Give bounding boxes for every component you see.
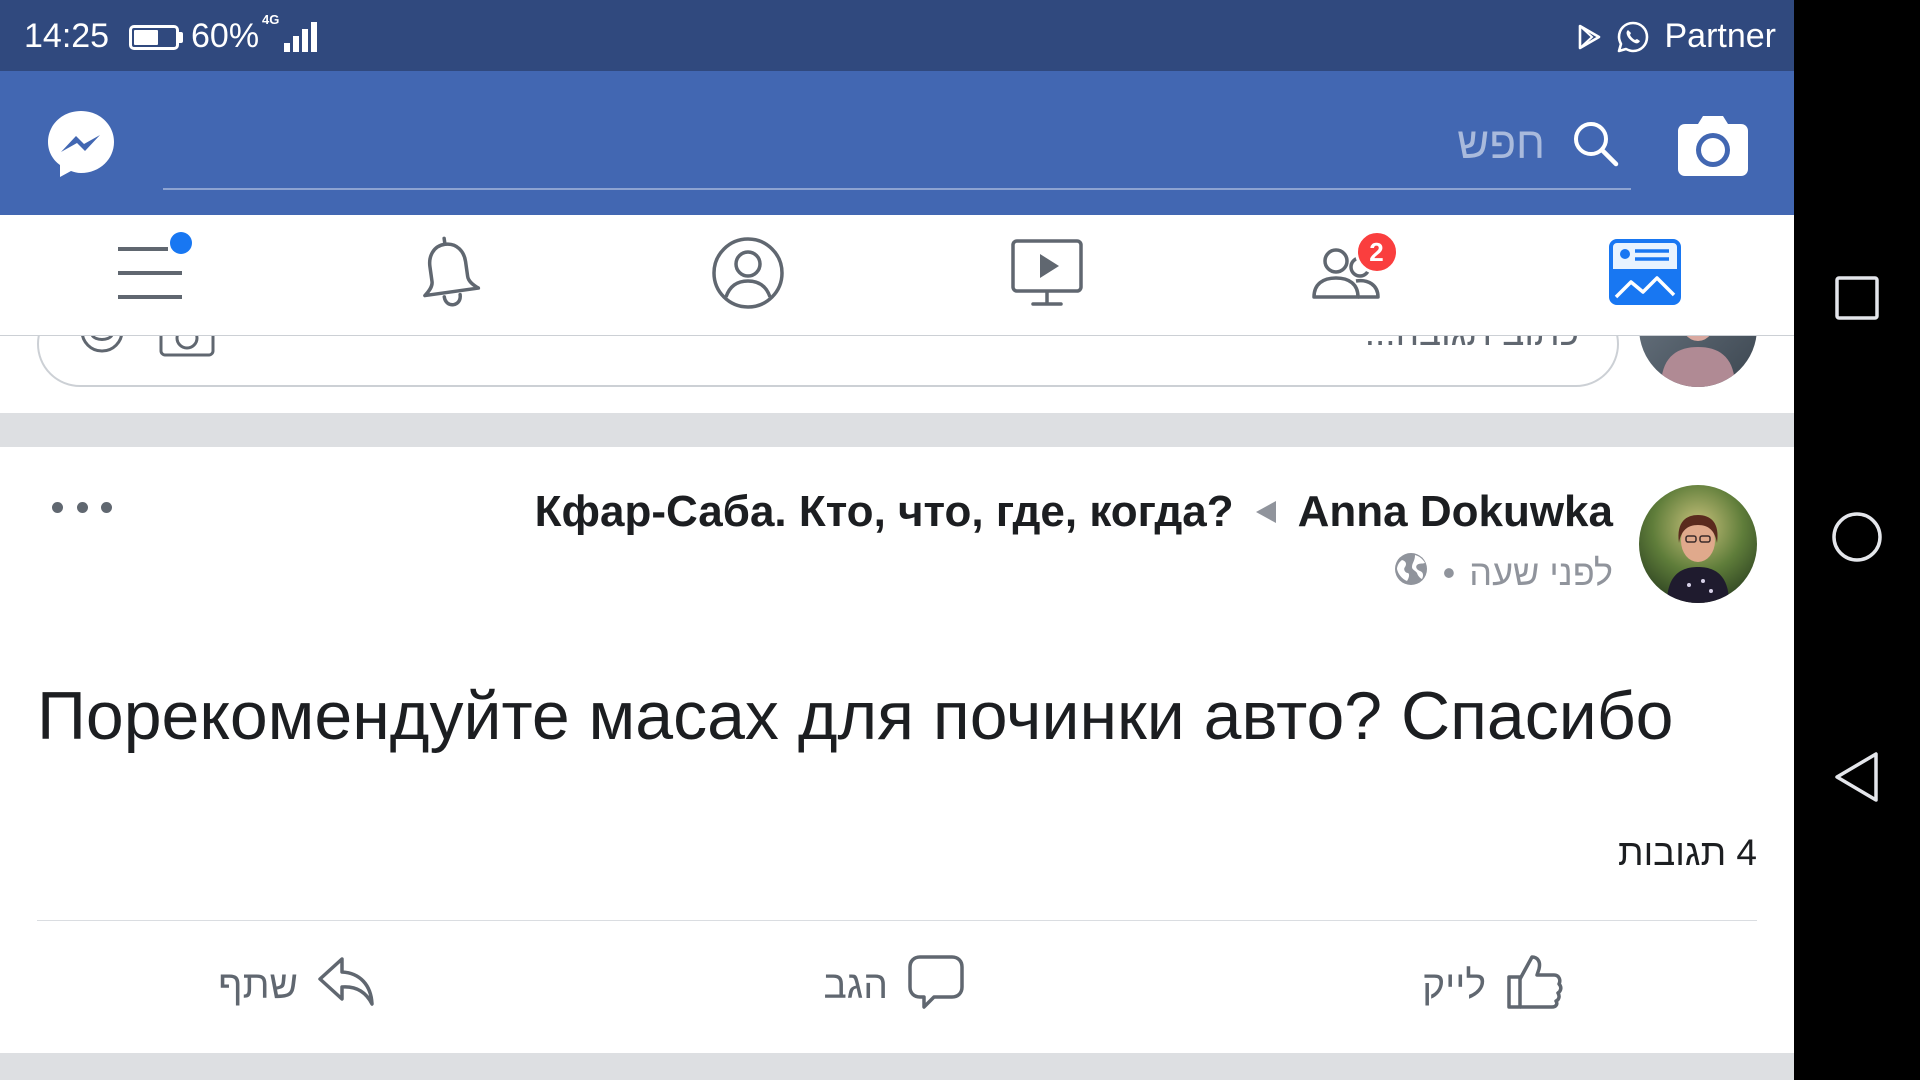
tab-watch[interactable]: [897, 215, 1196, 335]
like-label: לייק: [1422, 964, 1486, 1007]
feed-separator: [0, 413, 1794, 447]
friends-badge: 2: [1354, 230, 1399, 274]
like-button[interactable]: לייק: [1422, 955, 1564, 1016]
tab-notifications[interactable]: [299, 215, 598, 335]
share-icon: [316, 951, 376, 1021]
tab-profile[interactable]: [598, 215, 897, 335]
share-label: שתף: [218, 964, 298, 1007]
globe-icon: [1393, 551, 1429, 596]
news-feed-icon: [1603, 231, 1687, 320]
recent-apps-button[interactable]: [1794, 255, 1920, 345]
back-button[interactable]: [1794, 734, 1920, 824]
home-button[interactable]: [1794, 494, 1920, 584]
bell-icon: [407, 231, 491, 320]
play-store-icon: [1575, 23, 1603, 51]
search-icon[interactable]: [1571, 119, 1621, 169]
camera-icon[interactable]: [1676, 110, 1750, 178]
comment-label: הגב: [823, 964, 888, 1007]
share-button[interactable]: שתף: [218, 956, 376, 1016]
status-bar: 14:25 60% 4G Partner: [0, 0, 1794, 71]
battery-percent: 60%: [191, 17, 260, 55]
thumbs-up-icon: [1504, 951, 1564, 1021]
comment-button[interactable]: הגב: [823, 955, 966, 1016]
post-text: Порекомендуйте масах для починки авто? С…: [37, 678, 1674, 754]
video-icon: [1005, 231, 1089, 320]
post-time[interactable]: לפני שעה: [1469, 552, 1613, 594]
comment-icon: [906, 951, 966, 1021]
author-avatar[interactable]: [1639, 485, 1757, 603]
more-options-icon[interactable]: [52, 496, 112, 518]
home-icon: [1831, 511, 1883, 568]
post-header: Кфар-Саба. Кто, что, где, когда? Anna Do…: [535, 485, 1613, 539]
signal-icon: [284, 21, 320, 52]
recent-apps-icon: [1834, 275, 1880, 326]
carrier-name: Partner: [1664, 17, 1777, 55]
top-header: [0, 71, 1794, 215]
whatsapp-icon: [1616, 20, 1650, 54]
group-name[interactable]: Кфар-Саба. Кто, что, где, когда?: [535, 487, 1234, 537]
tab-bar: 2: [0, 215, 1794, 336]
facebook-app: 14:25 60% 4G Partner חפש 2 כתוב תגובה...…: [0, 0, 1794, 1080]
post-divider: [37, 920, 1757, 921]
system-navigation-bar: [1794, 0, 1920, 1080]
post-meta: • לפני שעה: [1393, 549, 1613, 597]
menu-icon: [108, 231, 192, 320]
messenger-icon[interactable]: [44, 107, 118, 181]
battery-tip: [179, 32, 183, 43]
network-type: 4G: [262, 12, 280, 27]
meta-separator: •: [1442, 552, 1456, 593]
search-underline: [163, 188, 1631, 190]
back-icon: [1832, 750, 1882, 809]
status-time: 14:25: [24, 17, 110, 55]
arrow-icon: [1255, 501, 1276, 523]
tab-news-feed[interactable]: [1495, 215, 1794, 335]
battery-level: [134, 30, 158, 45]
battery-icon: [129, 25, 179, 50]
author-name[interactable]: Anna Dokuwka: [1298, 487, 1613, 537]
profile-icon: [706, 231, 790, 320]
tab-friends[interactable]: 2: [1196, 215, 1495, 335]
feed-separator-bottom: [0, 1053, 1794, 1080]
search-input[interactable]: [163, 115, 1545, 173]
tab-menu[interactable]: [0, 215, 299, 335]
comments-count[interactable]: 4 תגובות: [1618, 831, 1757, 875]
